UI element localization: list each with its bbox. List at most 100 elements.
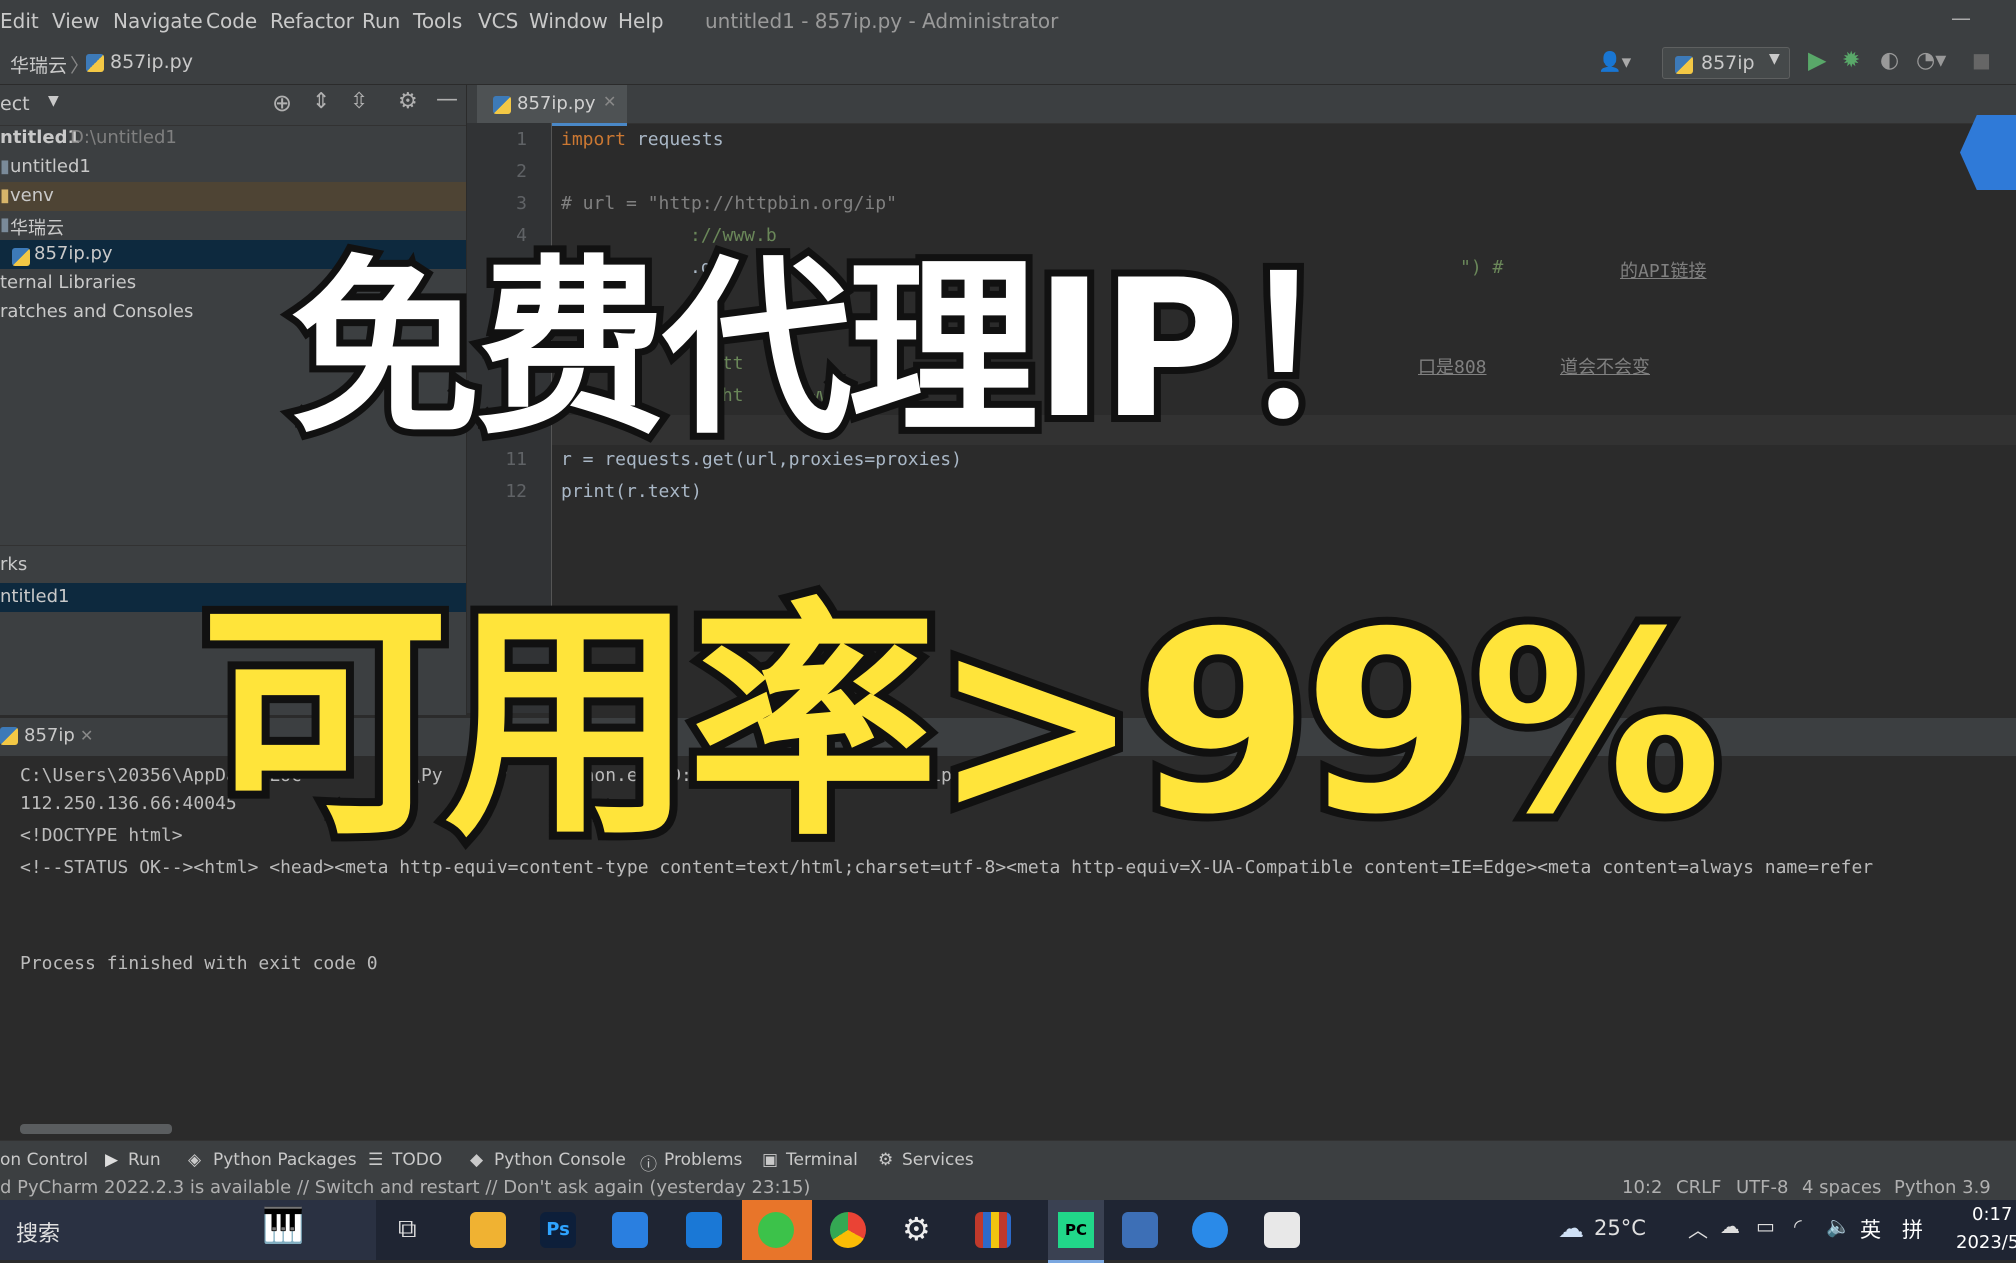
minimize-icon[interactable]: —: [1951, 6, 1971, 30]
debug-icon[interactable]: ✹: [1842, 48, 1860, 73]
folder-icon: ▮: [0, 156, 10, 177]
file-explorer-icon[interactable]: [470, 1212, 506, 1248]
editor-tab-857ip[interactable]: 857ip.py ✕: [477, 85, 627, 126]
tool-problems[interactable]: Problems: [664, 1150, 742, 1170]
windows-taskbar: 搜索 🎹 ⧉ Ps ⚙ PC ☁ 25°C ︿ ☁ ▭ ◜ 🔈 英 拼 0:17…: [0, 1200, 2016, 1263]
onedrive-icon[interactable]: ☁: [1720, 1214, 1740, 1238]
menu-view[interactable]: View: [52, 9, 99, 33]
piano-icon: 🎹: [262, 1206, 305, 1246]
tree-item-project-root[interactable]: ntitled1 D:\untitled1: [0, 124, 466, 153]
indent-setting[interactable]: 4 spaces: [1802, 1177, 1881, 1198]
ime-mode[interactable]: 拼: [1902, 1214, 1923, 1244]
tool-python-console[interactable]: Python Console: [494, 1150, 626, 1170]
chevron-down-icon: ▼: [1769, 51, 1780, 67]
settings-gear-icon[interactable]: ⚙: [902, 1210, 931, 1248]
chevron-down-icon[interactable]: ▼: [48, 93, 59, 109]
search-label: 搜索: [16, 1222, 61, 1247]
pycharm-icon: PC: [1058, 1212, 1094, 1248]
line-separator[interactable]: CRLF: [1676, 1177, 1721, 1198]
menu-tools[interactable]: Tools: [413, 9, 462, 33]
weather-temperature[interactable]: 25°C: [1594, 1216, 1646, 1240]
volume-icon[interactable]: 🔈: [1826, 1214, 1851, 1238]
tool-python-packages[interactable]: Python Packages: [213, 1150, 357, 1170]
search-box[interactable]: 搜索 🎹: [0, 1200, 376, 1260]
run-icon[interactable]: ▶: [1808, 46, 1826, 74]
console-scrollbar[interactable]: [20, 1124, 172, 1134]
caret-position[interactable]: 10:2: [1622, 1177, 1662, 1198]
overlay-title-line2: 可用率>99%: [192, 570, 1730, 877]
tool-services[interactable]: Services: [902, 1150, 974, 1170]
stop-icon[interactable]: ■: [1972, 48, 1991, 72]
project-panel-title[interactable]: ect: [0, 93, 30, 115]
run-tab-label[interactable]: 857ip: [24, 725, 75, 746]
tool-run[interactable]: Run: [128, 1150, 161, 1170]
battery-icon[interactable]: ▭: [1756, 1214, 1775, 1238]
coverage-icon[interactable]: ◐: [1880, 48, 1899, 73]
package-icon: ◈: [188, 1150, 202, 1170]
tool-window-bar: on Control ▶ Run ◈ Python Packages ☰ TOD…: [0, 1140, 2016, 1177]
bookmark-label: ntitled1: [0, 586, 70, 607]
ime-language[interactable]: 英: [1860, 1214, 1881, 1244]
wifi-icon[interactable]: ◜: [1794, 1214, 1802, 1238]
tool-todo[interactable]: TODO: [392, 1150, 442, 1170]
profile-icon[interactable]: ◔▾: [1916, 48, 1946, 73]
python-file-icon: [0, 727, 18, 746]
menu-vcs[interactable]: VCS: [478, 9, 518, 33]
recycle-bin-icon[interactable]: [1264, 1212, 1300, 1248]
run-config-label: 857ip: [1701, 52, 1755, 74]
close-icon[interactable]: ✕: [80, 726, 93, 745]
wechat-tab-active[interactable]: [742, 1200, 812, 1260]
expand-all-icon[interactable]: ⇕: [312, 89, 330, 114]
menu-navigate[interactable]: Navigate: [113, 9, 203, 33]
bird-app-icon[interactable]: [612, 1212, 648, 1248]
status-bar: d PyCharm 2022.2.3 is available // Switc…: [0, 1176, 2016, 1219]
todo-app-icon[interactable]: [686, 1212, 722, 1248]
status-message[interactable]: d PyCharm 2022.2.3 is available // Switc…: [0, 1177, 810, 1198]
remote-desktop-icon[interactable]: [1122, 1212, 1158, 1248]
clock-time[interactable]: 0:17: [1972, 1204, 2012, 1225]
user-icon[interactable]: 👤▾: [1598, 50, 1631, 73]
overlay-title-line1: 免费代理IP！: [283, 232, 1433, 467]
file-encoding[interactable]: UTF-8: [1736, 1177, 1788, 1198]
task-view-icon[interactable]: ⧉: [398, 1214, 417, 1245]
menu-help[interactable]: Help: [618, 9, 664, 33]
tree-item-untitled1[interactable]: ▮ untitled1: [0, 153, 466, 182]
tab-label: 857ip.py: [517, 93, 596, 114]
breadcrumb-file[interactable]: 857ip.py: [110, 51, 193, 73]
code-line-12: print(r.text): [561, 481, 702, 502]
menu-bar: Edit View Navigate Code Refactor Run Too…: [0, 0, 2016, 42]
chrome-icon[interactable]: [830, 1212, 866, 1248]
run-config-selector[interactable]: 857ip ▼: [1662, 47, 1790, 79]
console-line: Process finished with exit code 0: [20, 953, 378, 974]
collapse-all-icon[interactable]: ⇳: [350, 89, 368, 114]
tool-version-control[interactable]: on Control: [0, 1150, 88, 1170]
winrar-icon[interactable]: [975, 1212, 1011, 1248]
clock-date[interactable]: 2023/5: [1956, 1232, 2016, 1253]
python-file-icon: [493, 95, 511, 116]
python-console-icon: ◆: [470, 1150, 484, 1170]
menu-edit[interactable]: Edit: [0, 9, 39, 33]
window-title: untitled1 - 857ip.py - Administrator: [705, 9, 1059, 33]
pycharm-tab-active[interactable]: PC: [1048, 1200, 1104, 1263]
menu-run[interactable]: Run: [362, 9, 400, 33]
breadcrumb-folder[interactable]: 华瑞云: [10, 51, 67, 78]
tool-terminal[interactable]: Terminal: [786, 1150, 858, 1170]
browser-icon[interactable]: [1192, 1212, 1228, 1248]
photoshop-icon[interactable]: Ps: [540, 1212, 576, 1248]
bookmarks-title: rks: [0, 554, 28, 575]
terminal-icon: ▣: [762, 1150, 779, 1170]
tree-item-label: ratches and Consoles: [0, 301, 194, 322]
tree-item-path: D:\untitled1: [70, 127, 177, 148]
code-comment: 口是808: [1418, 357, 1487, 378]
close-icon[interactable]: ✕: [603, 92, 616, 111]
locate-icon[interactable]: ⊕: [272, 89, 292, 117]
python-config-icon: [1675, 54, 1693, 76]
gear-icon[interactable]: ⚙: [398, 89, 418, 114]
menu-window[interactable]: Window: [529, 9, 608, 33]
menu-code[interactable]: Code: [206, 9, 257, 33]
tray-expand-icon[interactable]: ︿: [1688, 1214, 1708, 1243]
code-text: requests: [626, 129, 724, 150]
tree-item-label: 857ip.py: [34, 243, 113, 264]
menu-refactor[interactable]: Refactor: [270, 9, 354, 33]
hide-panel-icon[interactable]: —: [436, 87, 458, 112]
